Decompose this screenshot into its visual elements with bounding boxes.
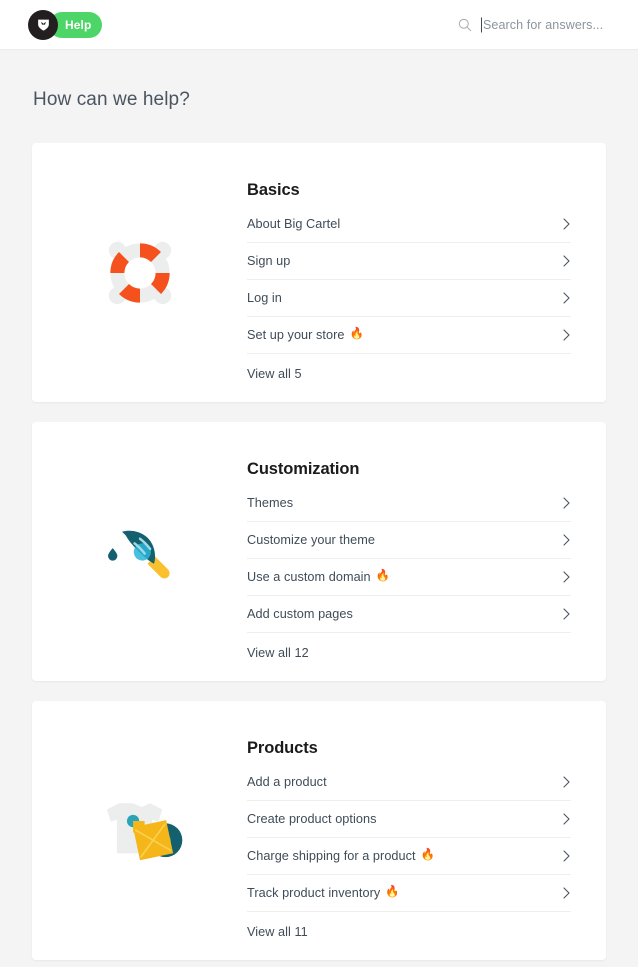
search-input[interactable]: Search for answers... [481,17,604,33]
search-icon [458,18,472,32]
view-all-link[interactable]: View all 5 [247,353,571,381]
tshirt-record-icon [106,802,182,860]
flame-icon: 🔥 [349,328,364,341]
article-link-label: Charge shipping for a product 🔥 [247,849,435,863]
view-all-link[interactable]: View all 12 [247,632,571,660]
page-content: How can we help? Basics About Big Cartel… [0,50,638,960]
article-link-label: Add a product [247,775,327,789]
chevron-right-icon [563,255,570,267]
section-title: Basics [247,181,300,199]
help-category-card: Customization Themes Customize your them… [32,422,606,681]
category-illustration [32,701,247,960]
category-body: Customization Themes Customize your them… [247,422,606,681]
chevron-right-icon [563,218,570,230]
chevron-right-icon [563,850,570,862]
chevron-right-icon [563,608,570,620]
search-bar[interactable]: Search for answers... [458,0,603,50]
article-link[interactable]: Use a custom domain 🔥 [247,558,571,595]
brand-help-logo[interactable]: Help [28,9,103,40]
category-body: Products Add a product Create product op… [247,701,606,960]
article-link-label: Track product inventory 🔥 [247,886,400,900]
article-link-label: About Big Cartel [247,217,341,231]
article-link[interactable]: Customize your theme [247,521,571,558]
page-title: How can we help? [33,89,190,110]
help-category-card: Basics About Big Cartel Sign up Log in S… [32,143,606,402]
category-illustration [32,143,247,402]
article-link[interactable]: Track product inventory 🔥 [247,874,571,911]
section-title: Customization [247,460,360,478]
big-cartel-logo-mark[interactable] [28,9,58,40]
article-link[interactable]: Set up your store 🔥 [247,316,571,353]
chevron-right-icon [563,813,570,825]
category-illustration [32,422,247,681]
life-ring-icon [108,241,171,304]
article-link-label: Customize your theme [247,533,375,547]
chevron-right-icon [563,292,570,304]
article-link-label: Use a custom domain 🔥 [247,570,391,584]
section-title: Products [247,739,318,757]
chevron-right-icon [563,497,570,509]
article-link[interactable]: Add a product [247,773,571,800]
chevron-right-icon [563,534,570,546]
help-category-card: Products Add a product Create product op… [32,701,606,960]
chevron-right-icon [563,571,570,583]
article-link-label: Add custom pages [247,607,353,621]
site-header: Help Search for answers... [0,0,638,50]
flame-icon: 🔥 [385,886,400,899]
article-link[interactable]: Log in [247,279,571,316]
paintbrush-icon [107,530,170,578]
article-link[interactable]: Sign up [247,242,571,279]
category-body: Basics About Big Cartel Sign up Log in S… [247,143,606,402]
article-link-label: Themes [247,496,294,510]
article-link-list: Themes Customize your theme Use a custom… [247,494,571,632]
article-link[interactable]: About Big Cartel [247,215,571,242]
chevron-right-icon [563,329,570,341]
chevron-right-icon [563,887,570,899]
article-link-list: Add a product Create product options Cha… [247,773,571,911]
article-link-list: About Big Cartel Sign up Log in Set up y… [247,215,571,353]
article-link[interactable]: Themes [247,494,571,521]
article-link-label: Set up your store 🔥 [247,328,364,342]
search-placeholder: Search for answers... [483,18,604,32]
text-cursor [481,17,482,33]
view-all-link[interactable]: View all 11 [247,911,571,939]
article-link-label: Sign up [247,254,291,268]
chevron-right-icon [563,776,570,788]
article-link[interactable]: Create product options [247,800,571,837]
article-link[interactable]: Add custom pages [247,595,571,632]
article-link[interactable]: Charge shipping for a product 🔥 [247,837,571,874]
flame-icon: 🔥 [375,570,391,583]
article-link-label: Create product options [247,812,377,826]
flame-icon: 🔥 [420,849,435,862]
help-category-list: Basics About Big Cartel Sign up Log in S… [32,143,606,960]
article-link-label: Log in [247,291,282,305]
big-cartel-bird-icon [37,19,49,31]
